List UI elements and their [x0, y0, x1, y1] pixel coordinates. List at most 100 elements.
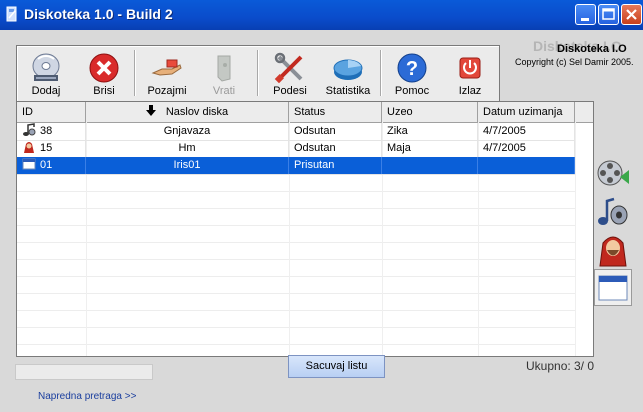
toolbar-separator: [134, 50, 136, 96]
cell-title: Hm: [86, 140, 289, 157]
cell-title: Iris01: [86, 157, 289, 174]
cell-date: 4/7/2005: [478, 140, 575, 157]
return-button[interactable]: Vrati: [199, 46, 249, 101]
cd-add-icon: [32, 53, 60, 81]
column-header-id[interactable]: ID: [17, 102, 86, 122]
cell-id: 01: [17, 157, 86, 174]
maximize-icon: [602, 8, 615, 20]
cell-taken-by: [382, 157, 478, 174]
music-icon: [23, 123, 36, 136]
power-icon: [459, 57, 481, 79]
column-header-label: Naslov diska: [165, 106, 229, 118]
grid-line: [17, 225, 575, 226]
toolbar-separator: [380, 50, 382, 96]
column-header-label: Uzeo: [387, 106, 413, 118]
exit-button[interactable]: Izlaz: [445, 46, 495, 101]
column-header-date[interactable]: Datum uzimanja: [478, 102, 575, 122]
category-program-button[interactable]: [594, 269, 632, 306]
category-game-button[interactable]: [594, 231, 632, 268]
category-film-button[interactable]: [594, 155, 632, 192]
grid-line: [17, 344, 575, 345]
title-bar[interactable]: Diskoteka 1.0 - Build 2: [0, 0, 643, 30]
grid-line: [17, 259, 575, 260]
cell-title: Gnjavaza: [86, 123, 289, 140]
grid-line: [17, 310, 575, 311]
film-icon: [597, 160, 629, 186]
toolbar-separator: [257, 50, 259, 96]
add-label: Dodaj: [31, 85, 61, 97]
delete-button[interactable]: Brisi: [79, 46, 129, 101]
cell-taken-by: Zika: [382, 123, 478, 140]
grid-line: [17, 191, 575, 192]
game-icon: [24, 142, 34, 153]
sort-down-icon: [145, 105, 156, 116]
grid-line: [17, 208, 575, 209]
cell-text: 38: [40, 125, 53, 137]
delete-label: Brisi: [93, 85, 115, 97]
pie-chart-icon: [333, 59, 363, 80]
minimize-button[interactable]: [575, 4, 596, 25]
category-music-button[interactable]: [594, 193, 632, 230]
program-icon: [598, 275, 628, 301]
tools-icon: [274, 52, 303, 84]
column-header-title[interactable]: Naslov diska: [86, 102, 289, 122]
table-row-selected[interactable]: 01 Iris01 Prisutan: [17, 157, 575, 175]
delete-icon: [89, 53, 119, 83]
cell-text: 01: [40, 159, 53, 171]
cell-date: [478, 157, 575, 174]
add-button[interactable]: Dodaj: [21, 46, 71, 101]
statistics-label: Statistika: [325, 85, 371, 97]
grid-line: [17, 276, 575, 277]
return-label: Vrati: [212, 85, 236, 97]
column-header-label: Datum uzimanja: [483, 106, 563, 118]
statistics-button[interactable]: Statistika: [321, 46, 375, 101]
grid-line: [17, 327, 575, 328]
grid-column-line: [575, 122, 576, 356]
cell-status: Odsutan: [289, 123, 382, 140]
cell-id: 15: [17, 140, 86, 157]
music-icon: [598, 197, 628, 225]
svg-text:?: ?: [406, 58, 418, 80]
cell-text: 15: [40, 142, 53, 154]
program-icon: [22, 158, 36, 170]
column-header-taken-by[interactable]: Uzeo: [382, 102, 478, 122]
cell-date: 4/7/2005: [478, 123, 575, 140]
table-header: ID Naslov diska Status Uzeo Datum uziman…: [17, 102, 593, 123]
total-value: 3/ 0: [574, 359, 595, 373]
column-header-status[interactable]: Status: [289, 102, 382, 122]
cell-status: Odsutan: [289, 140, 382, 157]
table-row[interactable]: 15 Hm Odsutan Maja 4/7/2005: [17, 140, 575, 158]
table-row[interactable]: 38 Gnjavaza Odsutan Zika 4/7/2005: [17, 123, 575, 141]
minimize-icon: [581, 18, 589, 21]
close-button[interactable]: [621, 4, 642, 25]
column-header-label: Status: [294, 106, 326, 118]
return-icon: [217, 55, 231, 82]
cell-status: Prisutan: [289, 157, 382, 174]
maximize-button[interactable]: [598, 4, 619, 25]
grid-line: [17, 293, 575, 294]
cell-taken-by: Maja: [382, 140, 478, 157]
lend-hand-icon: [151, 59, 182, 76]
cell-id: 38: [17, 123, 86, 140]
brand-name: Diskoteka I.O: [557, 43, 627, 55]
toolbar: Dodaj Brisi Pozajmi Vrati Podesi Statist…: [16, 45, 500, 102]
save-list-button[interactable]: Sacuvaj listu: [288, 355, 385, 378]
column-header-label: ID: [22, 106, 33, 118]
disc-table[interactable]: ID Naslov diska Status Uzeo Datum uziman…: [16, 101, 594, 357]
app-icon: [6, 6, 17, 22]
settings-button[interactable]: Podesi: [265, 46, 315, 101]
progress-bar: [15, 364, 153, 380]
advanced-search-link[interactable]: Napredna pretraga >>: [38, 391, 136, 402]
lend-label: Pozajmi: [147, 85, 187, 97]
app-window: Diskoteka 1.0 - Build 2 Diskoteka I.O Di…: [0, 0, 643, 412]
help-label: Pomoc: [394, 85, 430, 97]
game-icon: [599, 236, 627, 267]
close-icon: [626, 9, 637, 20]
help-button[interactable]: ? Pomoc: [387, 46, 437, 101]
exit-label: Izlaz: [458, 85, 482, 97]
grid-line: [17, 242, 575, 243]
brand-copyright: Copyright (c) Sel Damir 2005.: [515, 57, 634, 67]
category-panel: [594, 155, 634, 310]
lend-button[interactable]: Pozajmi: [141, 46, 193, 101]
window-title: Diskoteka 1.0 - Build 2: [24, 6, 173, 22]
